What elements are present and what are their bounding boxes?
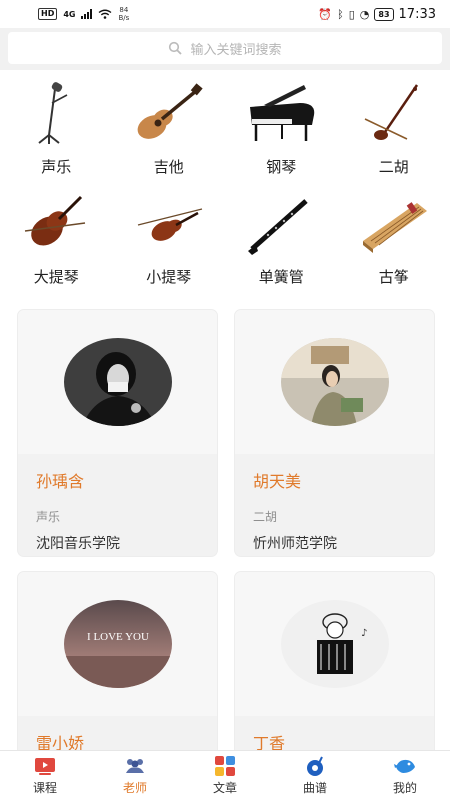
teacher-name: 胡天美 (253, 472, 302, 491)
bluetooth-icon: ᛒ (337, 7, 344, 21)
hd-indicator: HD (38, 8, 58, 20)
tab-scores[interactable]: 曲谱 (270, 751, 360, 800)
category-label: 古筝 (378, 268, 409, 286)
avatar-love-text: I LOVE YOU (87, 631, 149, 643)
teacher-list: 孙瑀含 声乐 沈阳音乐学院 胡天美 二胡 忻州师范学院 I LOVE YOU 雷… (18, 310, 434, 800)
category-violin[interactable]: 小提琴 (113, 190, 226, 300)
search-icon (169, 41, 183, 55)
category-guzheng[interactable]: 古筝 (338, 190, 450, 300)
bird-icon (394, 759, 415, 773)
guitar-icon (137, 83, 203, 139)
clarinet-icon (248, 199, 308, 255)
tab-teachers[interactable]: 老师 (90, 751, 180, 800)
tab-label: 曲谱 (302, 781, 327, 795)
music-note-icon (307, 756, 323, 776)
category-label: 大提琴 (33, 268, 79, 286)
category-guitar[interactable]: 吉他 (113, 80, 226, 190)
network-speed: 84 B/s (118, 6, 129, 22)
category-label: 二胡 (378, 158, 409, 176)
teacher-avatar (63, 338, 172, 426)
tab-articles[interactable]: 文章 (180, 751, 270, 800)
teachers-icon (126, 759, 144, 773)
network-type: 4G (63, 9, 76, 19)
cello-icon (25, 195, 86, 246)
piano-icon (250, 85, 315, 141)
status-right: ⏰ ᛒ ▯ ◔ 83 17:33 (318, 7, 436, 22)
search-bar-container: 输入关键词搜索 (0, 28, 450, 70)
teacher-name: 孙瑀含 (36, 472, 85, 491)
alarm-icon: ⏰ (318, 7, 333, 21)
category-label: 声乐 (41, 158, 72, 176)
bottom-tab-bar: 课程 老师 文章 曲谱 我的 (0, 750, 450, 800)
teacher-school: 沈阳音乐学院 (36, 536, 120, 552)
tab-courses[interactable]: 课程 (0, 751, 90, 800)
teacher-subject: 二胡 (253, 510, 278, 524)
category-label: 吉他 (153, 158, 184, 176)
search-input[interactable]: 输入关键词搜索 (8, 32, 442, 64)
teacher-avatar (280, 338, 389, 426)
articles-icon (215, 756, 235, 776)
network-speed-unit: B/s (118, 14, 130, 22)
tab-label: 老师 (122, 781, 147, 795)
battery-indicator: 83 (374, 7, 394, 21)
category-label: 钢琴 (266, 158, 297, 176)
category-erhu[interactable]: 二胡 (338, 80, 450, 190)
teacher-avatar: I LOVE YOU (63, 600, 172, 688)
guzheng-icon (362, 202, 427, 253)
violin-icon (137, 208, 202, 241)
wifi-icon (99, 9, 112, 19)
category-label: 单簧管 (258, 268, 304, 286)
teacher-card[interactable]: 孙瑀含 声乐 沈阳音乐学院 (18, 310, 217, 556)
instrument-categories: 声乐 吉他 钢琴 二胡 大提琴 小提琴 单簧管 古筝 (0, 70, 450, 300)
gauge-icon: ◔ (359, 7, 370, 21)
tv-icon (35, 758, 55, 775)
vibrate-icon: ▯ (348, 7, 355, 21)
status-bar: HD 4G 84 B/s ⏰ ᛒ ▯ ◔ 83 17:33 (0, 0, 450, 28)
tab-mine[interactable]: 我的 (360, 751, 450, 800)
erhu-icon (364, 84, 418, 140)
tab-label: 我的 (392, 781, 417, 795)
network-speed-value: 84 (119, 6, 129, 14)
teacher-card[interactable]: 胡天美 二胡 忻州师范学院 (235, 310, 434, 556)
category-piano[interactable]: 钢琴 (225, 80, 338, 190)
category-cello[interactable]: 大提琴 (0, 190, 113, 300)
tab-label: 文章 (212, 781, 237, 795)
microphone-stand-icon (38, 82, 68, 144)
svg-text:♪: ♪ (361, 628, 367, 639)
search-placeholder: 输入关键词搜索 (190, 42, 282, 58)
teacher-avatar: ♪ (280, 600, 389, 688)
category-vocal[interactable]: 声乐 (0, 80, 113, 190)
category-clarinet[interactable]: 单簧管 (225, 190, 338, 300)
teacher-subject: 声乐 (36, 510, 61, 524)
tab-label: 课程 (32, 781, 57, 795)
status-left: HD 4G 84 B/s (38, 6, 129, 22)
signal-icon (81, 9, 93, 19)
status-time: 17:33 (398, 6, 436, 22)
category-label: 小提琴 (146, 268, 192, 286)
teacher-school: 忻州师范学院 (253, 536, 337, 552)
